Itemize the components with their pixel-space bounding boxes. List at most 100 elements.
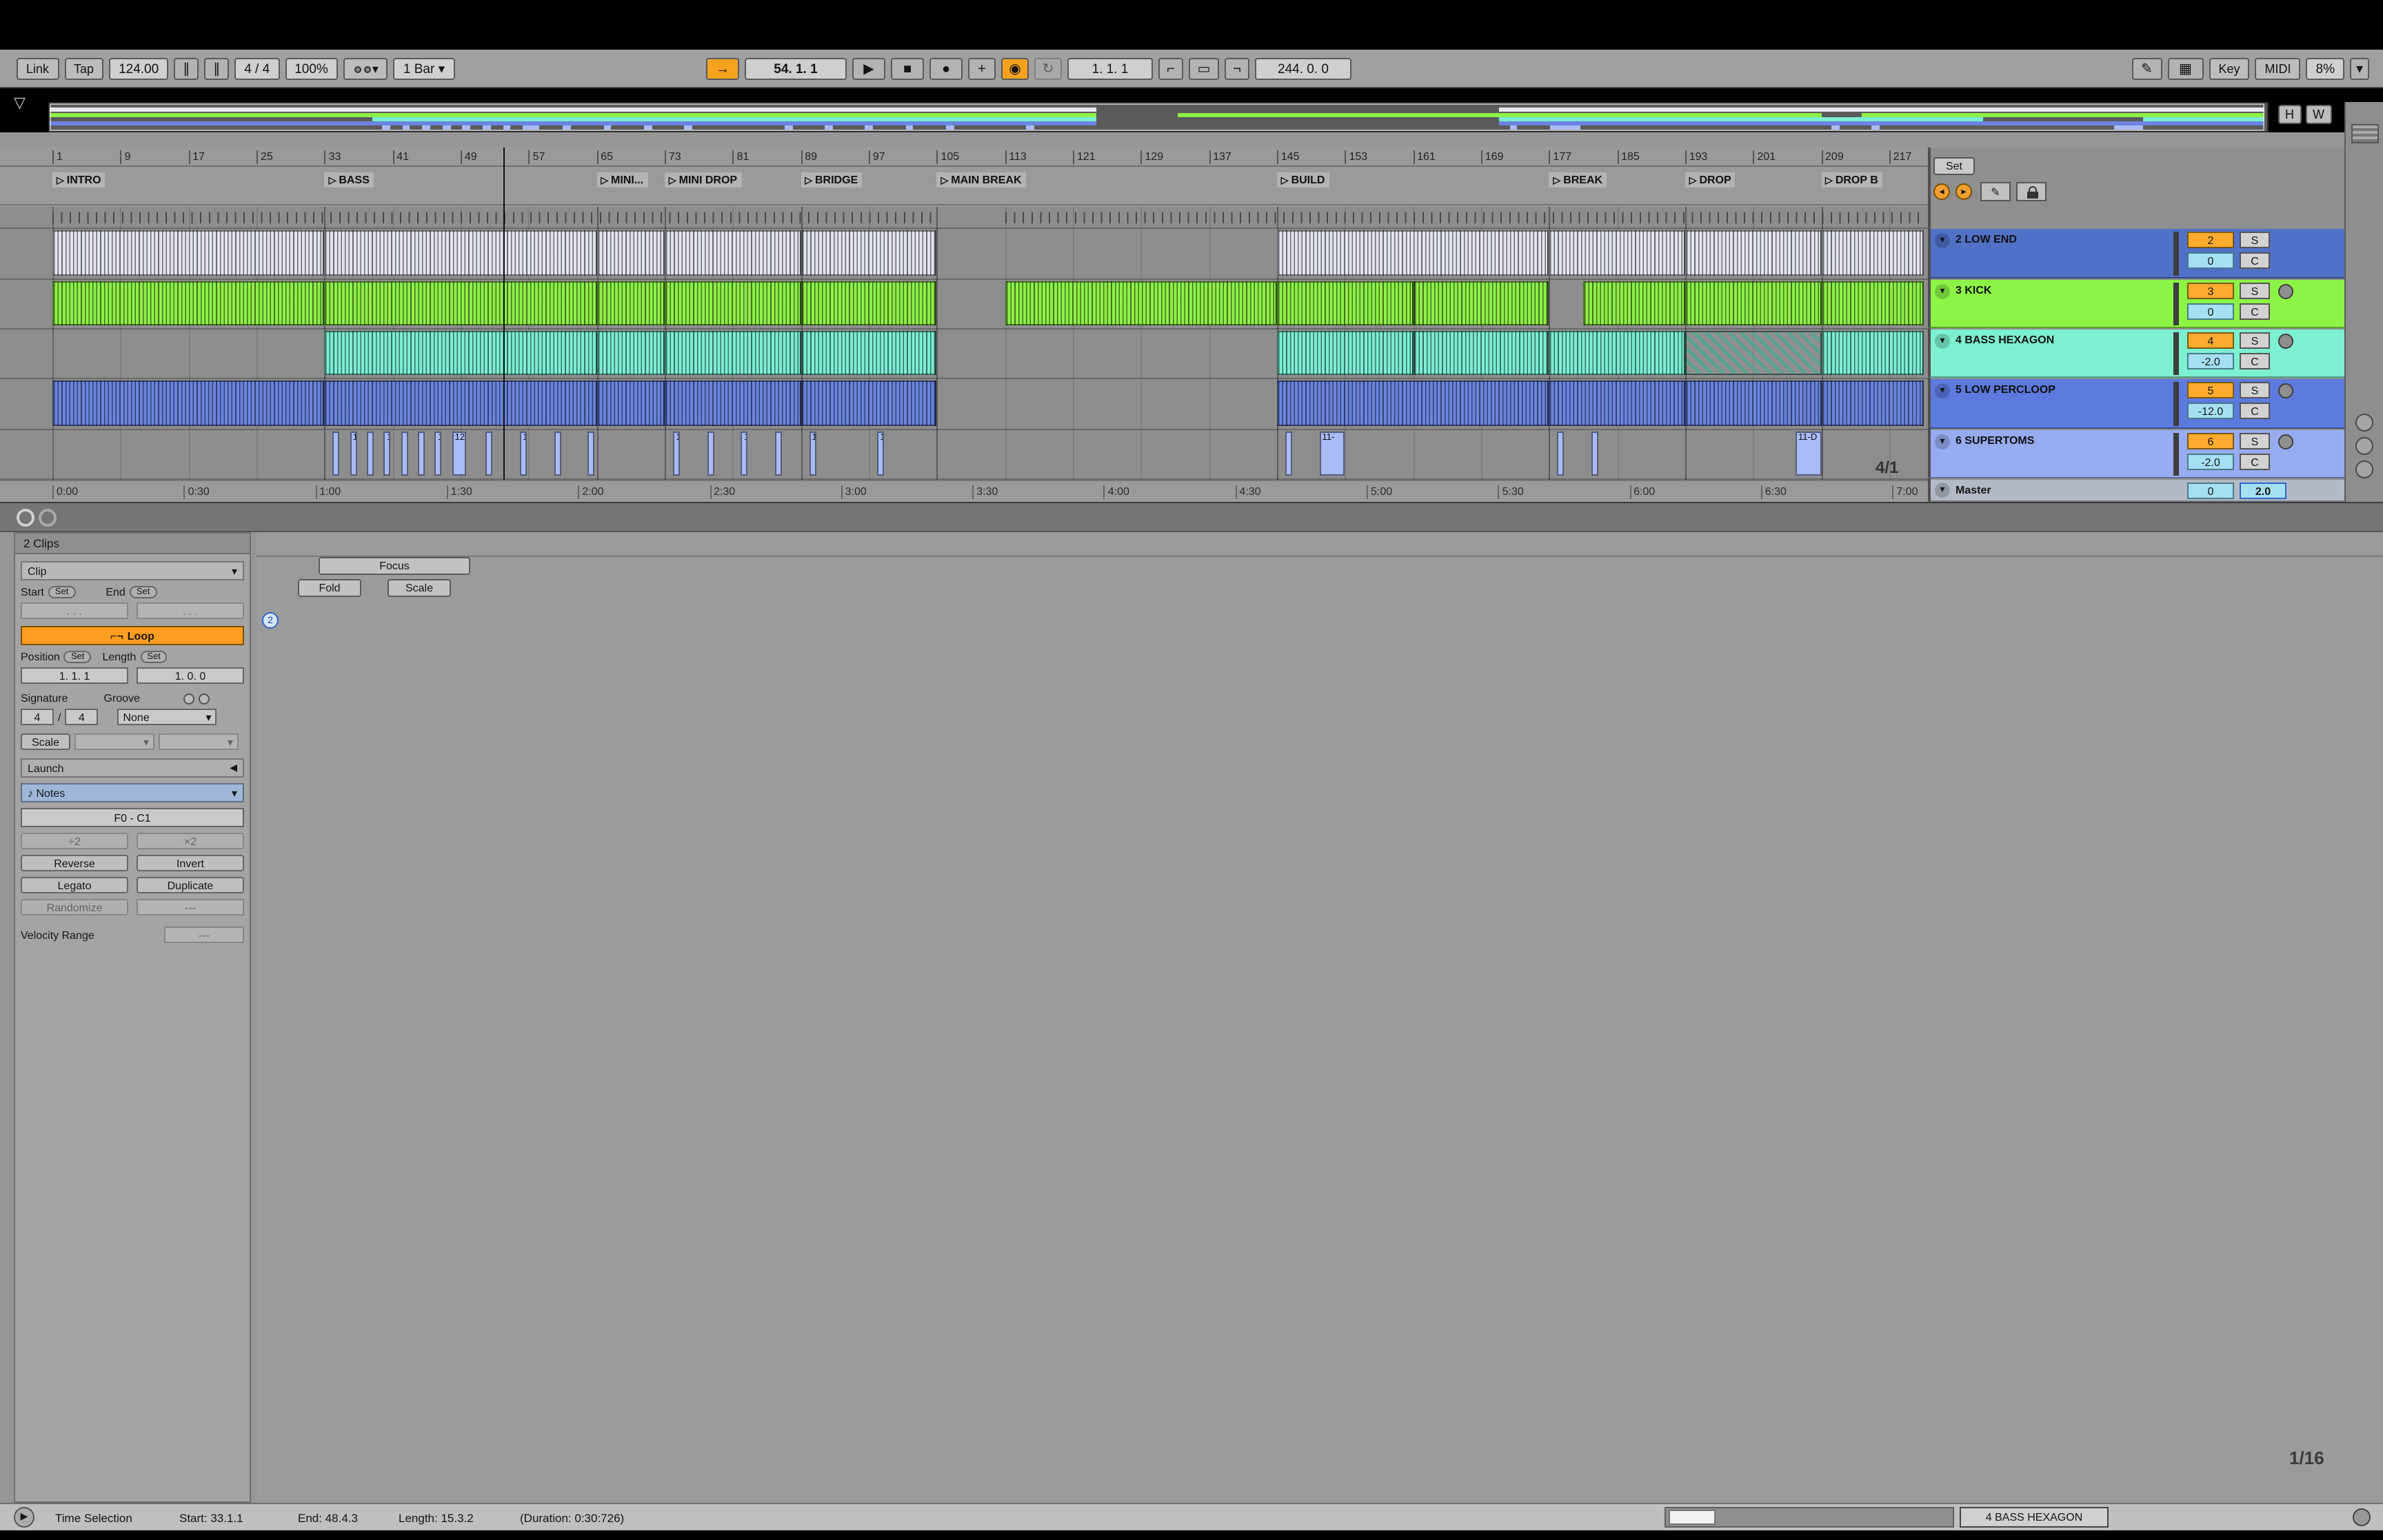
velocity-range-value[interactable]: --- [164,926,244,943]
locator-drop[interactable]: ▷DROP [1685,172,1736,188]
clip-supertoms[interactable]: 1 [673,432,680,476]
solo-button[interactable]: S [2240,283,2270,299]
clip-low-percloop[interactable] [1277,381,1549,426]
clip-supertoms[interactable] [401,432,408,476]
status-circle-icon[interactable] [2353,1508,2371,1526]
volume-value[interactable]: -2.0 [2187,454,2234,470]
notes-section-bar[interactable]: ♪ Notes ▾ [21,783,244,802]
locator-main-break[interactable]: ▷MAIN BREAK [937,172,1026,188]
track-header-5-low-percloop[interactable]: ▾5 LOW PERCLOOP5S-12.0C [1928,379,2344,429]
solo-button[interactable]: S [2240,433,2270,449]
clip-supertoms[interactable] [486,432,493,476]
clip-low-end[interactable] [1277,230,1549,276]
clip-low-end[interactable] [325,230,597,276]
clip-supertoms[interactable] [333,432,340,476]
set-start-button[interactable]: Set [48,586,76,598]
clip-bass-hexagon[interactable] [1821,331,1923,375]
clip-low-end[interactable] [52,230,325,276]
track-number-badge[interactable]: 2 [2187,232,2234,248]
cpu-meter[interactable]: 8% [2306,58,2344,80]
clip-low-percloop[interactable] [325,381,597,426]
clip-low-end[interactable] [665,230,801,276]
lock-envelopes-button[interactable] [2016,182,2047,201]
solo-button[interactable]: S [2240,332,2270,349]
status-clip-name[interactable]: 4 BASS HEXAGON [1960,1507,2109,1528]
clip-supertoms[interactable]: 11- [1319,432,1345,476]
clip-supertoms[interactable]: 1 [384,432,391,476]
zoom-height-button[interactable]: H [2278,105,2301,124]
key-map-button[interactable]: Key [2209,58,2250,80]
clip-low-percloop[interactable] [1685,381,1821,426]
track-collapse-icon[interactable]: ▾ [1935,383,1950,398]
clip-kick[interactable] [52,281,325,325]
track-number-badge[interactable]: 4 [2187,332,2234,349]
draw-automation-button[interactable]: ✎ [1980,182,2011,201]
clip-supertoms[interactable] [775,432,782,476]
set-locator-button[interactable]: Set [1933,157,1975,175]
locator-prev-button[interactable]: ◂ [1933,183,1950,200]
arm-button[interactable] [2278,334,2293,349]
set-end-button[interactable]: Set [130,586,157,598]
clip-low-end[interactable] [1685,230,1821,276]
duplicate-button[interactable]: Duplicate [137,877,244,893]
clip-bass-hexagon[interactable] [1413,331,1549,375]
track-header-4-bass-hexagon[interactable]: ▾4 BASS HEXAGON4S-2.0C [1928,330,2344,378]
clip-low-end[interactable] [1821,230,1923,276]
clip-low-end[interactable] [1549,230,1685,276]
midi-map-button[interactable]: MIDI [2255,58,2301,80]
clip-kick[interactable] [596,281,665,325]
arrangement-time-ruler[interactable]: 0:000:301:001:302:002:303:003:304:004:30… [0,480,1928,502]
clip-supertoms[interactable] [367,432,374,476]
arm-button[interactable] [2278,434,2293,449]
clip-kick[interactable] [1413,281,1549,325]
automation-arm-button[interactable]: ◉ [1001,58,1029,80]
lane-toggle-icon[interactable] [2355,460,2373,478]
clip-supertoms[interactable] [1285,432,1292,476]
clip-supertoms[interactable]: 1 [350,432,357,476]
note-range-field[interactable]: F0 - C1 [21,808,244,827]
invert-button[interactable]: Invert [137,855,244,871]
track-header-2-low-end[interactable]: ▾2 LOW END2S0C [1928,229,2344,278]
time-signature-value[interactable]: 4 / 4 [234,58,279,80]
clip-panel-header[interactable]: 2 Clips [15,534,250,554]
crossfade-button[interactable]: C [2240,403,2270,419]
clip-bass-hexagon[interactable] [1277,331,1413,375]
end-value[interactable]: . . . [137,602,244,619]
length-value[interactable]: 1. 0. 0 [137,667,244,684]
arrangement-position-value[interactable]: 54. 1. 1 [745,58,847,80]
set-position-button[interactable]: Set [64,651,92,663]
link-button[interactable]: Link [17,58,59,80]
clip-kick[interactable] [801,281,936,325]
clip-bass-hexagon[interactable] [1549,331,1685,375]
scale-root-select[interactable]: ▾ [74,733,154,750]
clip-supertoms[interactable]: 11-D [1796,432,1821,476]
clip-kick[interactable] [665,281,801,325]
track-collapse-icon[interactable]: ▾ [1935,334,1950,349]
clip-section-bar[interactable]: Clip ▾ [21,561,244,580]
track-collapse-icon[interactable]: ▾ [1935,434,1950,449]
clip-supertoms[interactable] [1591,432,1598,476]
computer-midi-keyboard-button[interactable]: ▦ [2168,58,2204,80]
launch-section-bar[interactable]: Launch ◀ [21,758,244,778]
arrangement-overview[interactable] [48,102,2269,132]
track-header-3-kick[interactable]: ▾3 KICK3S0C [1928,280,2344,328]
groove-hotswap-icon[interactable] [199,693,210,704]
locator-intro[interactable]: ▷INTRO [52,172,105,188]
legato-button[interactable]: Legato [21,877,128,893]
clip-mini-clips[interactable] [52,212,937,223]
track-collapse-icon[interactable]: ▾ [1935,483,1950,498]
loop-length-value[interactable]: 244. 0. 0 [1255,58,1351,80]
track-number-badge[interactable]: 6 [2187,433,2234,449]
nudge-down-button[interactable]: ∥ [174,58,199,80]
editor-ruler-strip[interactable] [257,535,2383,557]
scale-button[interactable]: Scale [388,579,451,597]
tap-tempo-button[interactable]: Tap [64,58,103,80]
metronome-button[interactable]: ▾ [343,58,388,80]
clip-supertoms[interactable] [707,432,714,476]
solo-button[interactable]: S [2240,382,2270,398]
clip-bass-hexagon[interactable] [665,331,801,375]
overdub-button[interactable]: + [968,58,996,80]
crossfade-button[interactable]: C [2240,252,2270,269]
clip-low-percloop[interactable] [596,381,665,426]
overview-menu-icon[interactable] [2351,124,2379,143]
